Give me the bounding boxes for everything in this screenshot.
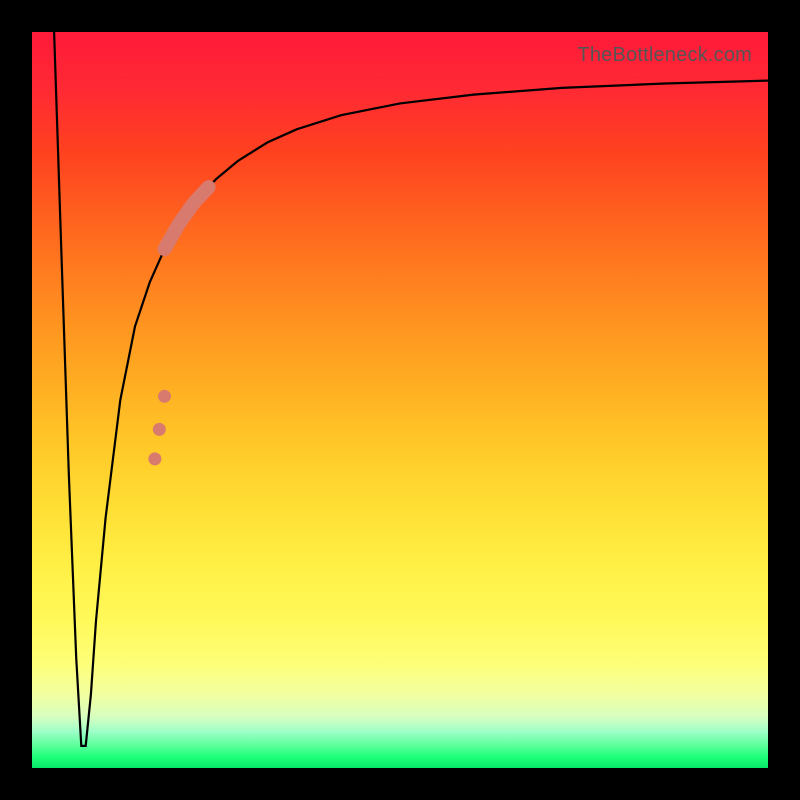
curve-marker [148, 452, 161, 465]
chart-container: TheBottleneck.com [0, 0, 800, 800]
curve-marker [158, 390, 171, 403]
highlighted-range [165, 187, 209, 249]
bottleneck-curve [54, 32, 768, 746]
chart-svg [32, 32, 768, 768]
curve-markers [148, 390, 171, 466]
plot-area: TheBottleneck.com [32, 32, 768, 768]
curve-marker [153, 423, 166, 436]
watermark-text: TheBottleneck.com [577, 44, 752, 67]
